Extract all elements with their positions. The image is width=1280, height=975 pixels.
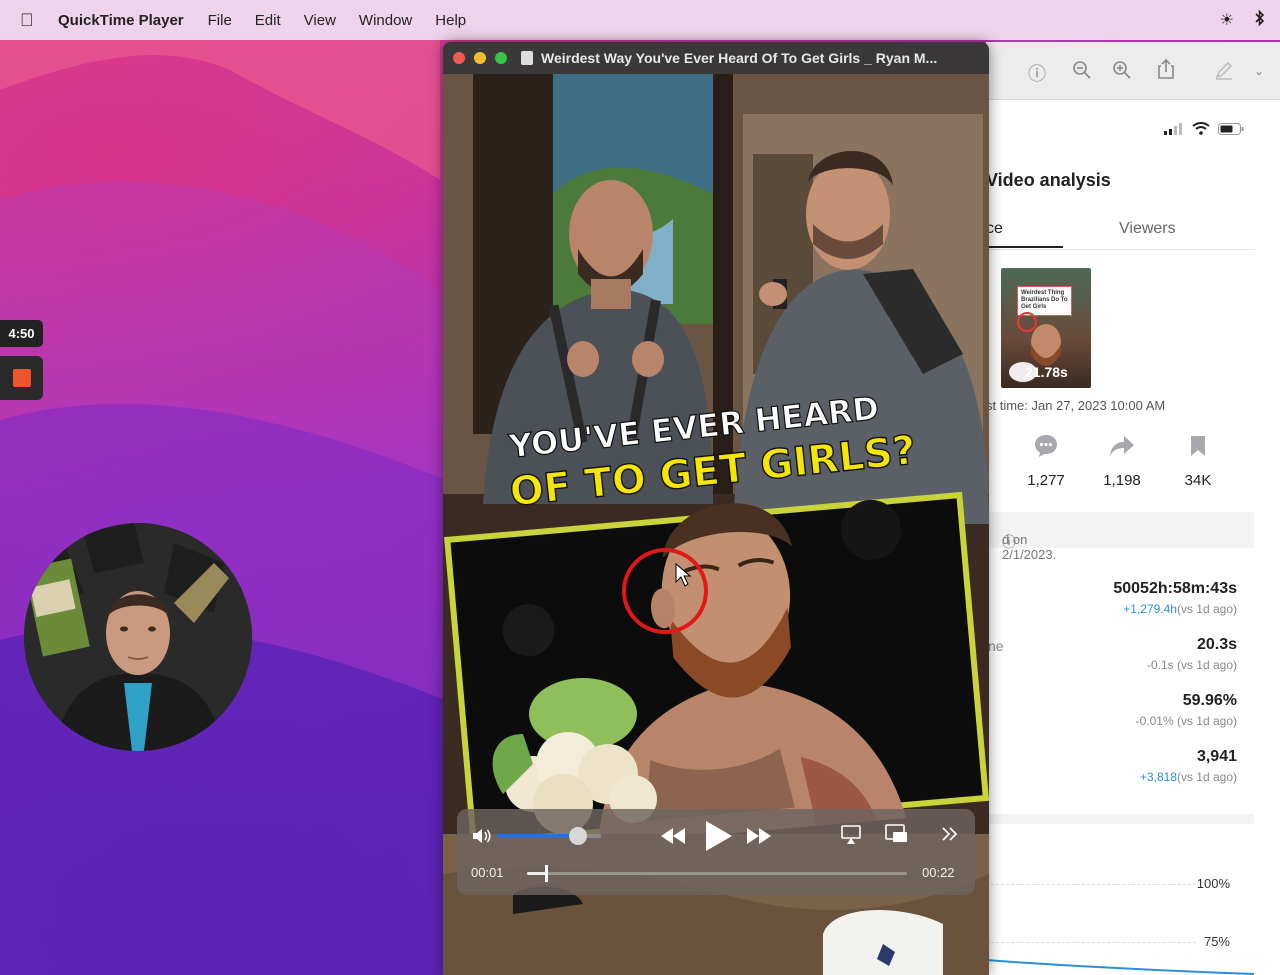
active-tab-indicator <box>986 246 1063 248</box>
stop-icon <box>12 369 31 387</box>
metric-label-avg-watch: ne <box>988 638 1004 654</box>
preview-toolbar: ⓘ ⌄ <box>986 42 1280 100</box>
close-window-button[interactable] <box>453 52 465 64</box>
phone-status-bar <box>1164 122 1244 135</box>
stat-saves-value: 34K <box>1184 472 1212 489</box>
metric-total-play-time: 50052h:58m:43s +1,279.4h(vs 1d ago) <box>1113 580 1237 616</box>
brightness-icon[interactable]: ☀ <box>1220 10 1234 30</box>
minimize-window-button[interactable] <box>474 52 486 64</box>
app-menu[interactable]: QuickTime Player <box>58 12 184 29</box>
volume-slider[interactable] <box>497 827 601 845</box>
stat-comments: 1,277 <box>1016 430 1076 489</box>
menu-bar:  QuickTime Player File Edit View Window… <box>0 0 1280 40</box>
apple-menu-icon[interactable]:  <box>20 10 40 31</box>
menu-view[interactable]: View <box>304 12 336 29</box>
section-divider <box>986 814 1254 824</box>
volume-knob[interactable] <box>569 827 588 845</box>
analytics-window: ⓘ ⌄ Video analysis ce Viewers Weirdest T… <box>986 42 1280 975</box>
thumbnail-duration: 21.78s <box>1025 364 1068 380</box>
wifi-icon <box>1192 122 1210 135</box>
menu-help[interactable]: Help <box>435 12 466 29</box>
page-title: Video analysis <box>986 170 1111 190</box>
stop-recording-button[interactable] <box>0 356 43 400</box>
menu-edit[interactable]: Edit <box>255 12 281 29</box>
updated-banner: d on 2/1/2023. ⓘ <box>986 512 1254 562</box>
stat-saves: 34K <box>1168 430 1228 489</box>
rewind-icon[interactable] <box>659 827 687 850</box>
tab-viewers[interactable]: Viewers <box>1119 220 1176 238</box>
scrubber-track[interactable] <box>527 865 907 882</box>
post-time: st time: Jan 27, 2023 10:00 AM <box>986 398 1166 413</box>
menu-window[interactable]: Window <box>359 12 412 29</box>
stat-shares-value: 1,198 <box>1103 472 1141 489</box>
quicktime-window[interactable]: Weirdest Way You've Ever Heard Of To Get… <box>443 42 989 975</box>
chart-tick-75: 75% <box>1203 934 1230 949</box>
zoom-in-icon[interactable] <box>1112 60 1132 85</box>
markup-pen-icon[interactable] <box>1214 60 1234 85</box>
share-toolbar-icon[interactable] <box>1156 58 1176 85</box>
window-titlebar[interactable]: Weirdest Way You've Ever Heard Of To Get… <box>443 42 989 74</box>
signal-icon <box>1164 122 1182 135</box>
share-icon <box>1092 430 1152 462</box>
chart-gridline <box>986 884 1196 885</box>
chart-tick-100: 100% <box>1196 876 1230 891</box>
battery-icon <box>1218 122 1244 135</box>
metric-new-followers: 3,941 +3,818(vs 1d ago) <box>1139 748 1237 784</box>
metric-avg-watch-time: 20.3s -0.1s (vs 1d ago) <box>1146 636 1237 672</box>
duration-time: 00:22 <box>922 865 955 880</box>
video-thumbnail[interactable]: Weirdest Thing Brazilians Do To Get Girl… <box>1001 268 1091 388</box>
info-icon[interactable]: ⓘ <box>1028 60 1046 86</box>
comment-icon <box>1016 430 1076 462</box>
stat-comments-value: 1,277 <box>1027 472 1065 489</box>
stat-shares: 1,198 <box>1092 430 1152 489</box>
engagement-stats: 1,277 1,198 34K <box>1016 430 1256 500</box>
volume-icon[interactable] <box>471 827 493 850</box>
bluetooth-icon[interactable] <box>1254 9 1266 32</box>
fast-forward-icon[interactable] <box>745 827 773 850</box>
document-icon <box>521 51 533 65</box>
bookmark-icon <box>1168 430 1228 462</box>
retention-curve <box>986 959 1254 975</box>
webcam-overlay[interactable] <box>24 523 252 751</box>
more-options-icon[interactable] <box>941 825 959 848</box>
current-time: 00:01 <box>471 865 504 880</box>
chevron-down-icon[interactable]: ⌄ <box>1254 64 1264 78</box>
menu-file[interactable]: File <box>208 12 232 29</box>
zoom-window-button[interactable] <box>495 52 507 64</box>
picture-in-picture-icon[interactable] <box>885 824 909 849</box>
zoom-out-icon[interactable] <box>1072 60 1092 85</box>
recording-timer: 4:50 <box>0 320 43 347</box>
metric-full-video-watched: 59.96% -0.01% (vs 1d ago) <box>1135 692 1237 728</box>
chart-gridline <box>986 942 1196 943</box>
window-title: Weirdest Way You've Ever Heard Of To Get… <box>541 50 938 66</box>
info-circle-icon[interactable]: ⓘ <box>1002 532 1016 552</box>
play-icon[interactable] <box>703 820 733 857</box>
scrubber-playhead[interactable] <box>545 865 548 882</box>
player-controls: 00:01 00:22 <box>457 809 975 895</box>
tab-divider <box>986 249 1254 250</box>
video-frame[interactable]: YOU'VE EVER HEARD OF TO GET GIRLS? 00:01… <box>443 74 989 975</box>
airplay-icon[interactable] <box>841 825 861 850</box>
